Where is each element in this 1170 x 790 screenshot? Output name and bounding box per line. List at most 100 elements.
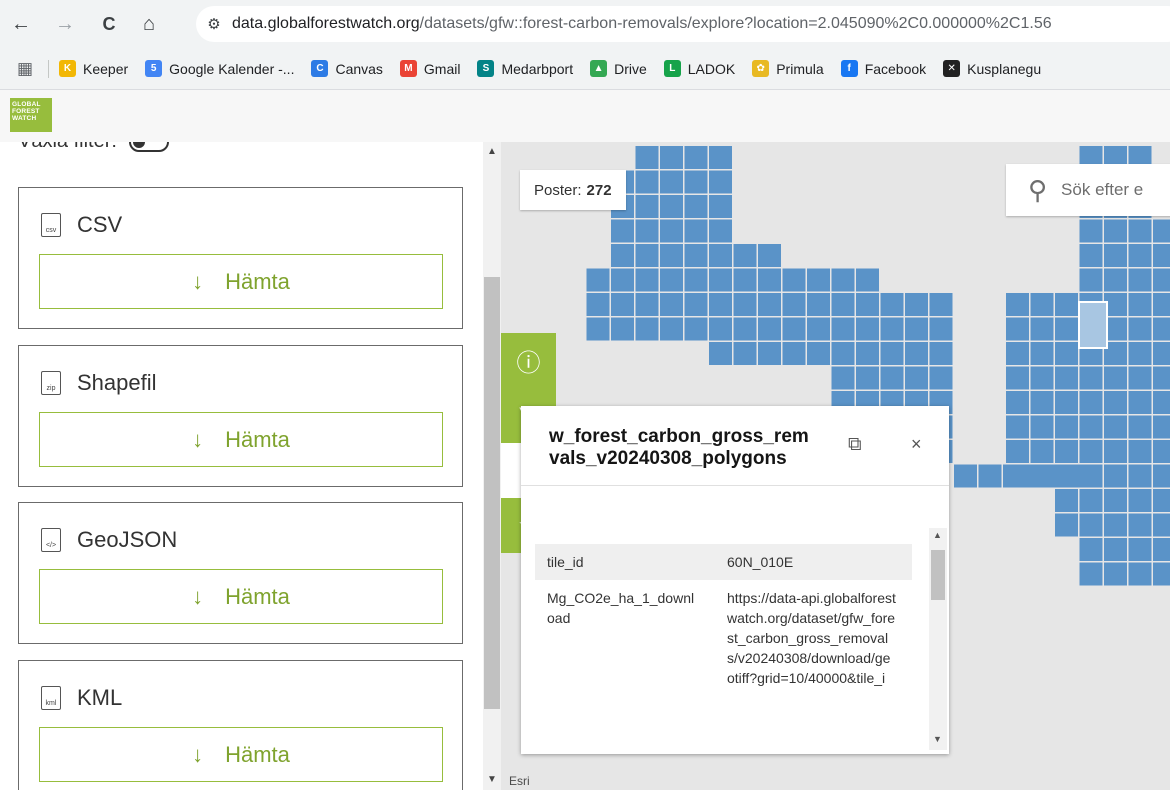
map-tile[interactable] bbox=[1055, 464, 1078, 488]
map-tile[interactable] bbox=[1030, 366, 1054, 390]
map-tile[interactable] bbox=[1128, 464, 1152, 488]
close-icon[interactable]: × bbox=[911, 434, 922, 455]
map-tile[interactable] bbox=[1079, 244, 1103, 267]
map-tile[interactable] bbox=[1128, 538, 1152, 561]
map-tile[interactable] bbox=[1153, 440, 1170, 463]
map-tile[interactable] bbox=[1104, 244, 1127, 267]
map-tile[interactable] bbox=[684, 219, 708, 243]
map-tile[interactable] bbox=[1030, 293, 1054, 316]
map-tile[interactable] bbox=[782, 342, 806, 365]
back-icon[interactable]: ← bbox=[4, 7, 38, 41]
map-tile[interactable] bbox=[709, 293, 732, 316]
apps-grid-icon[interactable]: ▦ bbox=[8, 59, 42, 79]
map-tile[interactable] bbox=[1128, 317, 1152, 341]
map-tile[interactable] bbox=[635, 170, 659, 194]
map-tile[interactable] bbox=[929, 342, 953, 365]
map-tile[interactable] bbox=[856, 317, 879, 341]
bookmark-item[interactable]: ✿ Primula bbox=[752, 60, 824, 77]
reload-icon[interactable]: C bbox=[92, 7, 126, 41]
map-tile[interactable] bbox=[1055, 489, 1078, 512]
map-tile[interactable] bbox=[1128, 366, 1152, 390]
map-tile[interactable] bbox=[611, 268, 634, 292]
download-button[interactable]: ↓ Hämta bbox=[39, 727, 443, 782]
map-tile[interactable] bbox=[684, 268, 708, 292]
map-tile[interactable] bbox=[709, 170, 732, 194]
map-tile[interactable] bbox=[1006, 317, 1029, 341]
map-tile[interactable] bbox=[1079, 538, 1103, 561]
map-tile[interactable] bbox=[1104, 513, 1127, 537]
map-tile[interactable] bbox=[660, 170, 683, 194]
map-tile[interactable] bbox=[1128, 513, 1152, 537]
map-tile[interactable] bbox=[1153, 317, 1170, 341]
map-tile[interactable] bbox=[954, 464, 977, 488]
map-tile[interactable] bbox=[684, 293, 708, 316]
map-tile[interactable] bbox=[1153, 342, 1170, 365]
download-button[interactable]: ↓ Hämta bbox=[39, 412, 443, 467]
scroll-thumb[interactable] bbox=[484, 277, 500, 709]
map-tile[interactable] bbox=[1128, 244, 1152, 267]
site-info-icon[interactable]: ⚙ bbox=[196, 15, 232, 33]
map-tile[interactable] bbox=[782, 268, 806, 292]
map-tile[interactable] bbox=[758, 342, 781, 365]
map-tile[interactable] bbox=[1153, 366, 1170, 390]
map-tile[interactable] bbox=[660, 293, 683, 316]
map-tile[interactable] bbox=[1104, 366, 1127, 390]
download-button[interactable]: ↓ Hämta bbox=[39, 254, 443, 309]
map-tile[interactable] bbox=[880, 317, 904, 341]
map-tile[interactable] bbox=[1128, 342, 1152, 365]
map-tile[interactable] bbox=[684, 244, 708, 267]
bookmark-item[interactable]: M Gmail bbox=[399, 60, 460, 77]
search-icon[interactable]: ⚲ bbox=[1028, 175, 1047, 206]
map-tile[interactable] bbox=[1030, 415, 1054, 439]
bookmark-item[interactable]: S Medarbport bbox=[477, 60, 573, 77]
map-tile[interactable] bbox=[905, 366, 928, 390]
bookmark-item[interactable]: 5 Google Kalender -... bbox=[145, 60, 294, 77]
map-tile[interactable] bbox=[1104, 268, 1127, 292]
map-tile[interactable] bbox=[635, 219, 659, 243]
map-tile[interactable] bbox=[733, 244, 757, 267]
map-tile[interactable] bbox=[611, 244, 634, 267]
map-tile[interactable] bbox=[782, 317, 806, 341]
map-tile[interactable] bbox=[1079, 562, 1103, 586]
map-tile[interactable] bbox=[1055, 366, 1078, 390]
map-tile[interactable] bbox=[733, 293, 757, 316]
panel-scrollbar[interactable]: ▲ ▼ bbox=[483, 142, 501, 790]
map-tile[interactable] bbox=[733, 268, 757, 292]
map-tile[interactable] bbox=[1128, 293, 1152, 316]
map-tile[interactable] bbox=[807, 317, 830, 341]
map-tile[interactable] bbox=[1006, 391, 1029, 414]
map-tile[interactable] bbox=[1128, 219, 1152, 243]
map-tile[interactable] bbox=[1128, 268, 1152, 292]
map-tile[interactable] bbox=[1153, 219, 1170, 243]
map-tile[interactable] bbox=[807, 268, 830, 292]
map-tile[interactable] bbox=[1006, 342, 1029, 365]
map-tile[interactable] bbox=[1006, 293, 1029, 316]
map-tile[interactable] bbox=[709, 317, 732, 341]
map-tile[interactable] bbox=[1104, 489, 1127, 512]
map-attribution[interactable]: Esri bbox=[509, 774, 530, 788]
search-placeholder[interactable]: Sök efter e bbox=[1061, 180, 1143, 200]
map-tile[interactable] bbox=[856, 268, 879, 292]
map-tile[interactable] bbox=[733, 317, 757, 341]
map-tile[interactable] bbox=[1030, 342, 1054, 365]
map-tile[interactable] bbox=[856, 342, 879, 365]
map-tile[interactable] bbox=[1030, 391, 1054, 414]
map-tile[interactable] bbox=[660, 146, 683, 169]
map-tile[interactable] bbox=[978, 464, 1002, 488]
map-tile[interactable] bbox=[660, 317, 683, 341]
popup-scroll-down-icon[interactable]: ▼ bbox=[933, 734, 942, 744]
map-tile[interactable] bbox=[1079, 464, 1103, 488]
map-tile[interactable] bbox=[1079, 366, 1103, 390]
map-tile[interactable] bbox=[1079, 219, 1103, 243]
map-tile[interactable] bbox=[586, 317, 610, 341]
map-tile[interactable] bbox=[586, 268, 610, 292]
map-tile[interactable] bbox=[1153, 391, 1170, 414]
map-tile[interactable] bbox=[1055, 440, 1078, 463]
map-tile[interactable] bbox=[831, 317, 855, 341]
map-tile[interactable] bbox=[660, 219, 683, 243]
map-tile[interactable] bbox=[1104, 562, 1127, 586]
map-tile[interactable] bbox=[880, 293, 904, 316]
map-tile[interactable] bbox=[1128, 562, 1152, 586]
map-tile[interactable] bbox=[1079, 415, 1103, 439]
map-tile[interactable] bbox=[1079, 489, 1103, 512]
